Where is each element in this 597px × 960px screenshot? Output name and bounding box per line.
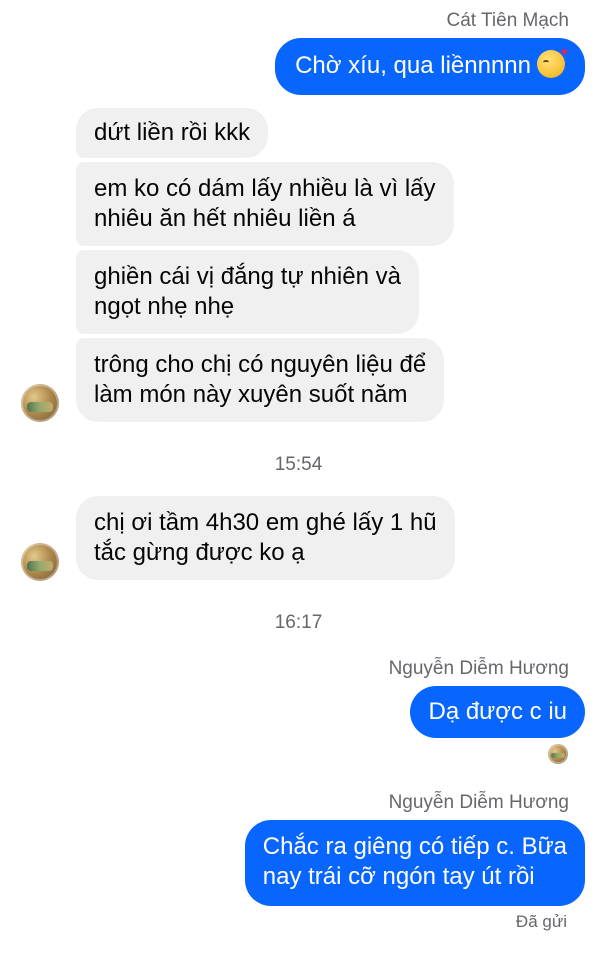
incoming-message-bubble[interactable]: ghiền cái vị đắng tự nhiên và ngọt nhẹ n…	[76, 250, 419, 334]
sender-name: Nguyễn Diễm Hương	[388, 792, 569, 813]
incoming-message-bubble[interactable]: chị ơi tầm 4h30 em ghé lấy 1 hũ tắc gừng…	[76, 496, 455, 580]
seen-avatar	[548, 744, 568, 764]
outgoing-message-bubble[interactable]: Dạ được c iu	[410, 686, 585, 738]
timestamp-divider: 16:17	[274, 612, 323, 633]
incoming-message-bubble[interactable]: trông cho chị có nguyên liệu để làm món …	[76, 338, 445, 422]
message-text: Chờ xíu, qua liềnnnnn	[295, 52, 531, 79]
contact-avatar[interactable]	[21, 543, 59, 581]
contact-avatar[interactable]	[21, 384, 59, 422]
delivery-status: Đã gửi	[515, 912, 567, 931]
sender-name: Nguyễn Diễm Hương	[388, 658, 569, 679]
incoming-message-bubble[interactable]: em ko có dám lấy nhiều là vì lấy nhiêu ă…	[76, 162, 454, 246]
sender-name-top: Cát Tiên Mạch	[446, 10, 570, 31]
timestamp-divider: 15:54	[274, 454, 323, 475]
outgoing-message-bubble[interactable]: Chắc ra giêng có tiếp c. Bữa nay trái cỡ…	[244, 820, 585, 906]
outgoing-message-bubble[interactable]: Chờ xíu, qua liềnnnnn	[275, 38, 585, 95]
incoming-message-bubble[interactable]: dứt liền rồi kkk	[76, 108, 269, 158]
kissing-face-heart-icon	[537, 46, 568, 78]
